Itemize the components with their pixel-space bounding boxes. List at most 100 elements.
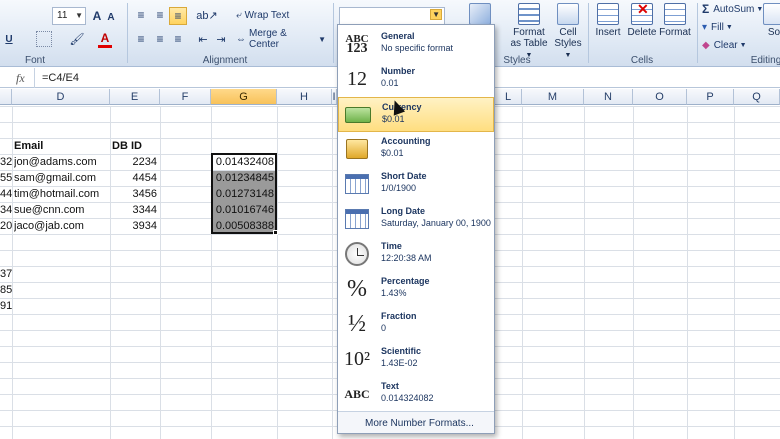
column-header-e[interactable]: E xyxy=(110,89,160,105)
table-row-dbid[interactable]: 2234 xyxy=(110,154,157,170)
shrink-font-button[interactable]: A xyxy=(105,9,117,25)
borders-button[interactable] xyxy=(36,31,52,47)
chevron-down-icon: ▼ xyxy=(739,41,747,49)
clear-button[interactable]: ◆ Clear ▼ xyxy=(702,38,750,52)
orientation-icon[interactable]: ab↗ xyxy=(196,7,217,23)
wrap-text-button[interactable]: ⤶ Wrap Text xyxy=(236,7,300,23)
menu-item-sub: $0.01 xyxy=(381,148,404,158)
format-as-table-button[interactable]: Format as Table ▼ xyxy=(507,3,551,61)
table-row-prefix[interactable]: 37 xyxy=(0,266,12,282)
table-row-dbid[interactable]: 4454 xyxy=(110,170,157,186)
menu-item-general[interactable]: ABC 123 General No specific format xyxy=(338,27,494,62)
menu-item-time[interactable]: Time 12:20:38 AM xyxy=(338,237,494,272)
menu-item-title: Text xyxy=(381,381,399,391)
more-number-formats-link[interactable]: More Number Formats... xyxy=(338,411,494,433)
cell-styles-label2: Styles xyxy=(554,38,582,49)
table-row-dbid[interactable]: 3456 xyxy=(110,186,157,202)
table-row-prefix[interactable]: 55 xyxy=(0,170,12,186)
fill-button[interactable]: ▾ Fill ▼ xyxy=(702,20,748,34)
number-format-select[interactable]: ▼ xyxy=(339,7,445,25)
divider xyxy=(160,106,161,439)
divider xyxy=(34,68,35,88)
menu-item-accounting[interactable]: Accounting $0.01 xyxy=(338,132,494,167)
table-row-email[interactable]: sue@cnn.com xyxy=(14,202,109,218)
column-header-g[interactable]: G xyxy=(211,89,277,105)
align-left-icon[interactable]: ≡ xyxy=(133,31,149,47)
header-email[interactable]: Email xyxy=(14,138,104,154)
table-row-prefix[interactable]: 20 xyxy=(0,218,12,234)
menu-item-text[interactable]: ABC Text 0.014324082 xyxy=(338,377,494,412)
column-header-q[interactable]: Q xyxy=(734,89,780,105)
sigma-icon: Σ xyxy=(702,2,710,16)
table-row-email[interactable]: jon@adams.com xyxy=(14,154,109,170)
font-group-label: Font xyxy=(24,55,45,66)
more-number-formats-label: More Number Formats... xyxy=(365,418,474,429)
align-bottom-icon[interactable]: ≡ xyxy=(169,7,187,25)
menu-item-fraction[interactable]: ½ Fraction 0 xyxy=(338,307,494,342)
column-header-blank[interactable] xyxy=(0,89,12,105)
header-dbid[interactable]: DB ID xyxy=(112,138,158,154)
menu-item-title: Accounting xyxy=(381,136,431,146)
column-header-h[interactable]: H xyxy=(277,89,332,105)
table-row-prefix[interactable]: 44 xyxy=(0,186,12,202)
function-icon[interactable]: fx xyxy=(16,71,25,86)
increase-indent-icon[interactable]: ⇥ xyxy=(214,31,228,47)
menu-item-percentage[interactable]: % Percentage 1.43% xyxy=(338,272,494,307)
table-row-prefix[interactable]: 32 xyxy=(0,154,12,170)
delete-button[interactable]: ✕ Delete xyxy=(626,2,658,38)
scientific-icon: 10² xyxy=(344,347,370,370)
insert-cells-icon xyxy=(597,3,619,25)
cell-styles-button[interactable]: Cell Styles ▼ xyxy=(550,3,586,61)
grow-font-button[interactable]: A xyxy=(90,7,104,25)
selection-border xyxy=(211,153,277,234)
merge-center-label: Merge & Center xyxy=(249,28,287,50)
menu-item-sub: 1.43% xyxy=(381,288,407,298)
insert-button[interactable]: Insert xyxy=(592,3,624,38)
text-format-icon: ABC xyxy=(344,386,370,401)
table-row-prefix[interactable]: 34 xyxy=(0,202,12,218)
accounting-icon xyxy=(343,136,371,162)
table-row-prefix[interactable]: 85 xyxy=(0,282,12,298)
menu-item-scientific[interactable]: 10² Scientific 1.43E-02 xyxy=(338,342,494,377)
table-row-email[interactable]: jaco@jab.com xyxy=(14,218,109,234)
menu-item-sub: 0.01 xyxy=(381,78,399,88)
column-header-f[interactable]: F xyxy=(160,89,211,105)
menu-item-title: Percentage xyxy=(381,276,430,286)
table-row-email[interactable]: tim@hotmail.com xyxy=(14,186,109,202)
number-format-icon: 12 xyxy=(347,67,367,90)
menu-item-number[interactable]: 12 Number 0.01 xyxy=(338,62,494,97)
column-header-l[interactable]: L xyxy=(495,89,522,105)
decrease-indent-icon[interactable]: ⇤ xyxy=(196,31,210,47)
cell-styles-label1: Cell xyxy=(559,27,577,38)
divider xyxy=(333,3,334,63)
font-color-button[interactable]: A xyxy=(98,30,112,48)
column-header-d[interactable]: D xyxy=(12,89,110,105)
menu-item-short-date[interactable]: Short Date 1/0/1900 xyxy=(338,167,494,202)
column-header-m[interactable]: M xyxy=(522,89,584,105)
column-header-p[interactable]: P xyxy=(687,89,734,105)
align-center-icon[interactable]: ≡ xyxy=(152,31,168,47)
menu-item-long-date[interactable]: Long Date Saturday, January 00, 1900 xyxy=(338,202,494,237)
underline-button[interactable]: U xyxy=(2,30,16,48)
column-header-o[interactable]: O xyxy=(633,89,687,105)
table-row-prefix[interactable]: 91 xyxy=(0,298,12,314)
delete-cells-icon: ✕ xyxy=(631,2,653,25)
font-size-select[interactable]: 11 ▼ xyxy=(52,7,86,25)
align-middle-icon[interactable]: ≡ xyxy=(152,7,168,23)
sort-filter-button[interactable]: So xyxy=(762,3,780,38)
column-header-n[interactable]: N xyxy=(584,89,633,105)
table-row-dbid[interactable]: 3934 xyxy=(110,218,157,234)
format-button[interactable]: Format xyxy=(658,3,692,38)
fill-color-icon[interactable]: 🖌 xyxy=(68,30,86,48)
menu-item-currency[interactable]: Currency $0.01 xyxy=(338,97,494,132)
formula-input[interactable]: =C4/E4 xyxy=(42,72,79,84)
insert-label: Insert xyxy=(595,27,621,38)
merge-center-button[interactable]: ⇔ Merge & Center ▼ xyxy=(236,28,326,50)
align-right-icon[interactable]: ≡ xyxy=(170,31,186,47)
align-top-icon[interactable]: ≡ xyxy=(133,7,149,23)
table-row-dbid[interactable]: 3344 xyxy=(110,202,157,218)
currency-icon xyxy=(344,102,372,128)
menu-item-title: Time xyxy=(381,241,402,251)
fill-handle[interactable] xyxy=(273,230,278,235)
table-row-email[interactable]: sam@gmail.com xyxy=(14,170,109,186)
